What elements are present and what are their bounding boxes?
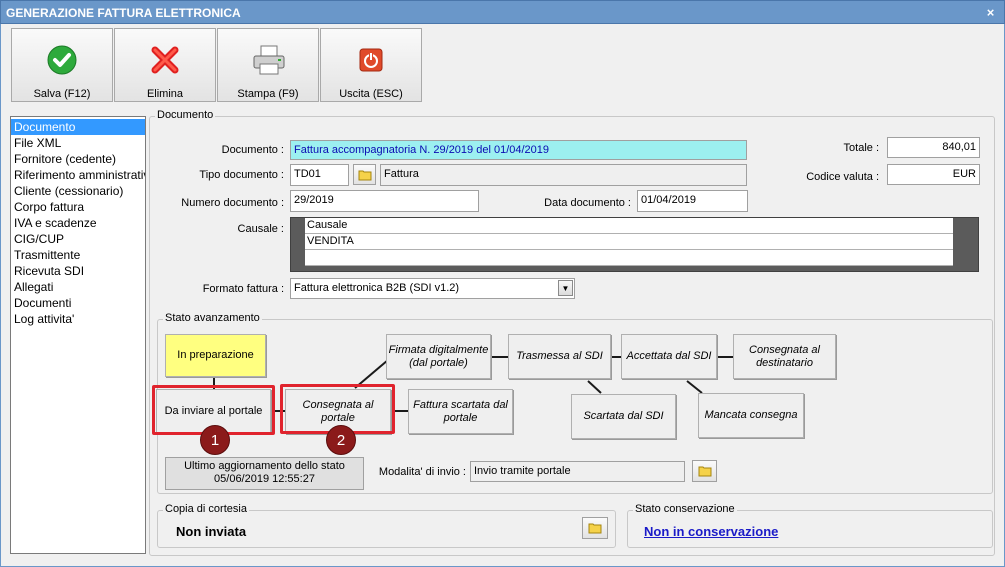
tipo-label: Tipo documento : [199, 169, 284, 181]
nav-item-fornitore[interactable]: Fornitore (cedente) [11, 151, 145, 167]
chevron-down-icon[interactable]: ▼ [558, 280, 573, 296]
exit-button[interactable]: Uscita (ESC) [320, 28, 422, 102]
step-badge-2: 2 [326, 425, 356, 455]
folder-icon [588, 523, 602, 534]
totale-label: Totale : [843, 142, 879, 154]
nav-item-cig-cup[interactable]: CIG/CUP [11, 231, 145, 247]
connector-line [491, 356, 508, 358]
printer-icon [253, 45, 285, 75]
step-badge-1: 1 [200, 425, 230, 455]
cortesia-status: Non inviata [176, 524, 247, 539]
connector-line [717, 356, 733, 358]
check-icon [47, 45, 77, 75]
formato-value: Fattura elettronica B2B (SDI v1.2) [294, 282, 460, 294]
nav-item-log[interactable]: Log attivita' [11, 311, 145, 327]
causale-empty-row[interactable] [305, 250, 953, 266]
valuta-field: EUR [887, 164, 980, 185]
title-bar: GENERAZIONE FATTURA ELETTRONICA × [0, 0, 1005, 24]
modalita-label: Modalita' di invio : [378, 466, 466, 478]
numero-field[interactable]: 29/2019 [290, 190, 479, 212]
nav-item-riferimento[interactable]: Riferimento amministrativo [11, 167, 145, 183]
nav-item-allegati[interactable]: Allegati [11, 279, 145, 295]
connector-line [611, 356, 621, 358]
ultimo-aggiornamento-date: 05/06/2019 12:55:27 [214, 473, 315, 485]
save-label: Salva (F12) [33, 88, 91, 100]
formato-select[interactable]: Fattura elettronica B2B (SDI v1.2) ▼ [290, 278, 575, 299]
folder-icon [358, 170, 371, 180]
exit-label: Uscita (ESC) [339, 88, 403, 100]
ultimo-aggiornamento-label: Ultimo aggiornamento dello stato [184, 460, 345, 472]
status-consegnata-destinatario: Consegnata al destinatario [733, 334, 836, 379]
tipo-desc-field: Fattura [380, 164, 747, 186]
nav-item-iva-scadenze[interactable]: IVA e scadenze [11, 215, 145, 231]
status-in-preparazione: In preparazione [165, 334, 266, 377]
causale-row[interactable]: VENDITA [305, 234, 953, 250]
nav-item-ricevuta-sdi[interactable]: Ricevuta SDI [11, 263, 145, 279]
data-field[interactable]: 01/04/2019 [637, 190, 748, 212]
status-mancata-consegna: Mancata consegna [698, 393, 804, 438]
window-title: GENERAZIONE FATTURA ELETTRONICA [6, 6, 241, 20]
doc-label: Documento : [221, 144, 284, 156]
nav-item-documenti[interactable]: Documenti [11, 295, 145, 311]
nav-item-trasmittente[interactable]: Trasmittente [11, 247, 145, 263]
nav-item-documento[interactable]: Documento [11, 119, 145, 135]
print-label: Stampa (F9) [237, 88, 299, 100]
delete-button[interactable]: Elimina [114, 28, 216, 102]
conservazione-link[interactable]: Non in conservazione [644, 524, 778, 539]
tipo-code-field[interactable]: TD01 [290, 164, 349, 186]
ultimo-aggiornamento-box: Ultimo aggiornamento dello stato 05/06/2… [165, 457, 364, 490]
print-button[interactable]: Stampa (F9) [217, 28, 319, 102]
modalita-field: Invio tramite portale [470, 461, 685, 482]
cortesia-browse-button[interactable] [582, 517, 608, 539]
section-nav-list[interactable]: Documento File XML Fornitore (cedente) R… [10, 116, 146, 554]
causale-column-header[interactable]: Causale [305, 218, 953, 234]
cortesia-legend: Copia di cortesia [163, 503, 249, 515]
status-accettata: Accettata dal SDI [621, 334, 717, 379]
status-scartata-portale: Fattura scartata dal portale [408, 389, 513, 434]
stato-legend: Stato avanzamento [163, 312, 262, 324]
grid-row-header [291, 218, 305, 271]
modalita-browse-button[interactable] [692, 460, 717, 482]
causale-label: Causale : [237, 223, 284, 235]
status-firmata: Firmata digitalmente (dal portale) [386, 334, 491, 379]
doc-field: Fattura accompagnatoria N. 29/2019 del 0… [290, 140, 747, 160]
data-label: Data documento : [544, 197, 631, 209]
close-icon[interactable]: × [982, 5, 999, 20]
numero-label: Numero documento : [181, 197, 284, 209]
conservazione-legend: Stato conservazione [633, 503, 737, 515]
save-button[interactable]: Salva (F12) [11, 28, 113, 102]
nav-item-file-xml[interactable]: File XML [11, 135, 145, 151]
folder-icon [698, 466, 711, 477]
formato-label: Formato fattura : [202, 283, 284, 295]
nav-item-cliente[interactable]: Cliente (cessionario) [11, 183, 145, 199]
status-scartata-sdi: Scartata dal SDI [571, 394, 676, 439]
totale-field: 840,01 [887, 137, 980, 158]
documento-legend: Documento [155, 109, 216, 121]
power-icon [359, 48, 383, 72]
valuta-label: Codice valuta : [806, 171, 879, 183]
causale-grid[interactable]: Causale VENDITA [290, 217, 979, 272]
tipo-browse-button[interactable] [353, 164, 376, 185]
nav-item-corpo-fattura[interactable]: Corpo fattura [11, 199, 145, 215]
delete-x-icon [151, 46, 179, 74]
status-trasmessa: Trasmessa al SDI [508, 334, 611, 379]
delete-label: Elimina [146, 88, 184, 100]
connector-diagonal [587, 380, 602, 394]
